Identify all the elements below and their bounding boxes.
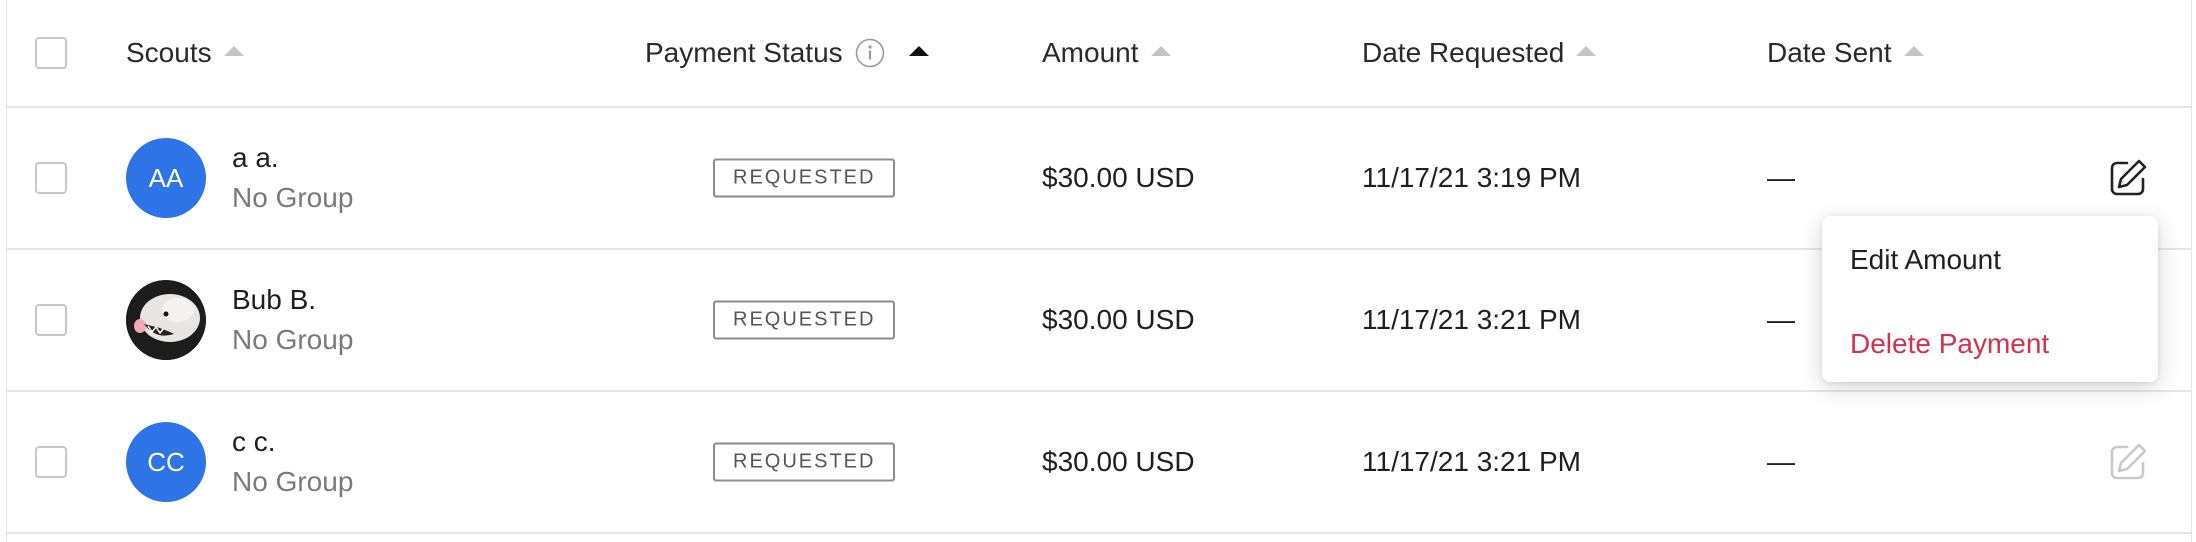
scout-name[interactable]: a a. [232, 140, 353, 176]
column-header-amount: Amount [1042, 37, 1139, 68]
date-requested: 11/17/21 3:21 PM [1362, 304, 1581, 335]
scout-group: No Group [232, 324, 354, 355]
amount: $30.00 USD [1042, 446, 1195, 477]
avatar: AA [126, 138, 206, 218]
table-row: CC c c. No Group REQUESTED $30.00 USD 11… [7, 392, 2191, 534]
scout-name[interactable]: c c. [232, 424, 353, 460]
column-header-date-sent: Date Sent [1767, 37, 1892, 68]
sort-arrow-icon [1576, 46, 1597, 56]
opossum-photo [126, 280, 206, 360]
amount: $30.00 USD [1042, 304, 1195, 335]
column-header-payment-status: Payment Status [645, 37, 843, 68]
row-checkbox[interactable] [35, 304, 67, 336]
avatar [126, 280, 206, 360]
date-requested: 11/17/21 3:19 PM [1362, 162, 1581, 193]
sort-date-requested[interactable]: Date Requested [1362, 37, 1597, 69]
sort-arrow-icon [1903, 46, 1924, 56]
avatar-initials: AA [148, 162, 184, 193]
date-requested: 11/17/21 3:21 PM [1362, 446, 1581, 477]
column-header-date-requested: Date Requested [1362, 37, 1565, 68]
sort-date-sent[interactable]: Date Sent [1767, 37, 1924, 69]
scout-group: No Group [232, 466, 354, 497]
status-badge: REQUESTED [713, 300, 896, 340]
table-header: Scouts Payment Status Amount Date Reques… [7, 0, 2191, 108]
sort-arrow-icon [1150, 46, 1171, 56]
sort-scouts[interactable]: Scouts [126, 37, 244, 69]
info-icon[interactable] [855, 38, 885, 68]
edit-icon[interactable] [2107, 441, 2149, 483]
avatar-initials: CC [147, 446, 185, 477]
row-checkbox[interactable] [35, 446, 67, 478]
row-checkbox[interactable] [35, 162, 67, 194]
menu-item-delete-payment[interactable]: Delete Payment [1850, 328, 2049, 360]
scout-group: No Group [232, 182, 354, 213]
select-all-checkbox[interactable] [35, 37, 67, 69]
menu-item-edit-amount[interactable]: Edit Amount [1850, 244, 2001, 276]
amount: $30.00 USD [1042, 162, 1195, 193]
sort-arrow-active-icon [908, 46, 929, 56]
row-actions-menu: Edit Amount Delete Payment [1822, 216, 2158, 382]
date-sent: — [1767, 162, 1795, 193]
date-sent: — [1767, 304, 1795, 335]
sort-payment-status[interactable]: Payment Status [645, 37, 929, 69]
date-sent: — [1767, 446, 1795, 477]
scout-name[interactable]: Bub B. [232, 282, 353, 318]
status-badge: REQUESTED [713, 158, 896, 198]
sort-arrow-icon [223, 46, 244, 56]
column-header-scouts: Scouts [126, 37, 212, 68]
status-badge: REQUESTED [713, 442, 896, 482]
edit-icon[interactable] [2107, 157, 2149, 199]
sort-amount[interactable]: Amount [1042, 37, 1171, 69]
avatar: CC [126, 422, 206, 502]
